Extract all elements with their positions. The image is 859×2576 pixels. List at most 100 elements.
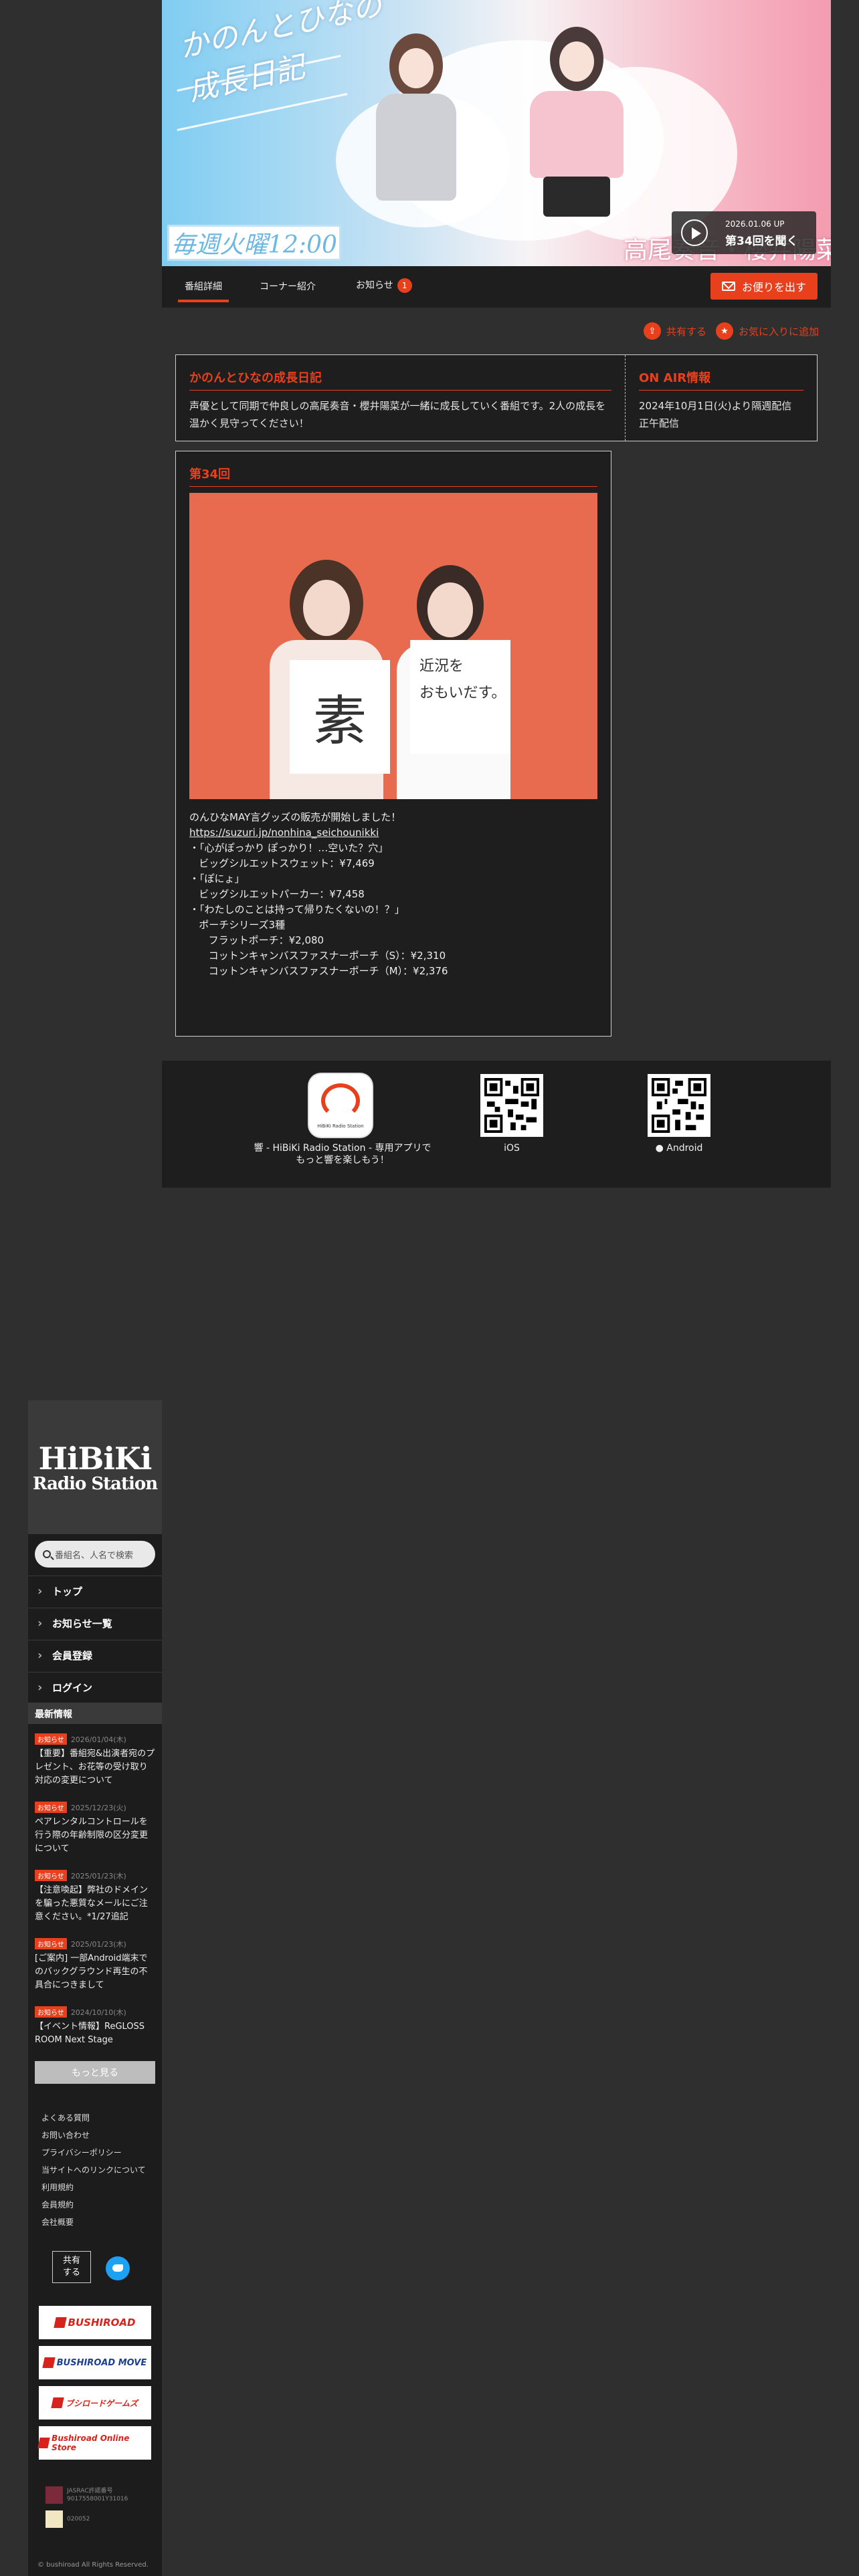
footer-link-contact[interactable]: お問い合わせ xyxy=(41,2129,90,2141)
news-date: 2025/01/23(木) xyxy=(70,1940,126,1949)
search-input[interactable]: 番組名、人名で検索 xyxy=(35,1541,155,1568)
android-label[interactable]: ● Android xyxy=(648,1142,710,1154)
ios-label[interactable]: iOS xyxy=(480,1142,543,1154)
footer-link-faq[interactable]: よくある質問 xyxy=(41,2112,90,2123)
news-text: 【重要】番組宛&出演者宛のプレゼント、お花等の受け取り対応の変更について xyxy=(35,1749,155,1786)
app-download-section: HiBiKi Radio Station 響 - HiBiKi Radio St… xyxy=(162,1061,831,1188)
news-badge: お知らせ xyxy=(35,1802,67,1813)
news-item[interactable]: お知らせ 2024/10/10(木) 【イベント情報】ReGLOSS ROOM N… xyxy=(35,2005,155,2047)
nextone-license: 020052 xyxy=(45,2510,90,2528)
goods-link-text[interactable]: https://suzuri.jp/nonhina_seichounikki xyxy=(189,827,379,839)
jasrac-text: JASRAC許諾番号 9017558001Y31016 xyxy=(67,2488,128,2502)
bushiroad-logo-icon xyxy=(42,2357,56,2368)
site-logo[interactable]: HiBiKi Radio Station xyxy=(28,1400,162,1534)
footer-link-terms[interactable]: 利用規約 xyxy=(41,2181,74,2193)
tab-bar: 番組詳細 コーナー紹介 お知らせ 1 お便りを出す xyxy=(162,266,831,308)
onair-heading: ON AIR情報 xyxy=(639,368,803,391)
favorite-button[interactable]: ★ お気に入りに追加 xyxy=(716,322,819,340)
news-item[interactable]: お知らせ 2025/01/23(木) [ご案内] 一部Android端末でのバック… xyxy=(35,1937,155,1992)
bushiroad-logo-icon xyxy=(53,2317,67,2328)
tab-news[interactable]: お知らせ 1 xyxy=(356,278,412,293)
nav-top[interactable]: トップ xyxy=(28,1576,162,1606)
news-text: [ご案内] 一部Android端末でのバックグラウンド再生の不具合につきまして xyxy=(35,1953,148,1990)
notification-badge: 1 xyxy=(397,278,412,293)
nav-register[interactable]: 会員登録 xyxy=(28,1640,162,1671)
program-info: かのんとひなの成長日記 声優として同期で仲良しの高尾奏音・櫻井陽菜が一緒に成長し… xyxy=(175,354,818,441)
news-date: 2025/01/23(木) xyxy=(70,1872,126,1881)
photo-board-left: 素 xyxy=(290,660,390,774)
play-date: 2026.01.06 UP xyxy=(725,219,785,229)
news-item[interactable]: お知らせ 2025/12/23(火) ペアレンタルコントロールを行う際の年齢制限の… xyxy=(35,1800,155,1856)
search-icon xyxy=(43,1550,51,1558)
footer-link-member-terms[interactable]: 会員規約 xyxy=(41,2199,74,2210)
nav-news-list[interactable]: お知らせ一覧 xyxy=(28,1608,162,1638)
description-line: ポーチシリーズ3種 xyxy=(189,919,286,931)
tab-label: コーナー紹介 xyxy=(260,282,316,292)
bushiroad-logo-icon xyxy=(51,2397,64,2408)
news-badge: お知らせ xyxy=(35,1870,67,1881)
banner-label: BUSHIROAD MOVE xyxy=(56,2357,147,2368)
favorite-label: お気に入りに追加 xyxy=(739,325,820,338)
send-letter-button[interactable]: お便りを出す xyxy=(710,273,818,300)
banner-bushiroad[interactable]: BUSHIROAD xyxy=(39,2306,151,2339)
logo-line2: Radio Station xyxy=(32,1474,158,1494)
store-logo-icon xyxy=(37,2438,50,2448)
share-box-button[interactable]: 共有 する xyxy=(52,2251,91,2283)
banner-label: Bushiroad Online Store xyxy=(52,2434,130,2452)
nav-login[interactable]: ログイン xyxy=(28,1672,162,1703)
logo-line1: HiBiKi xyxy=(38,1440,153,1477)
footer-link-linking[interactable]: 当サイトへのリンクについて xyxy=(41,2164,146,2175)
banner-label: ブシロードゲームズ xyxy=(66,2398,138,2408)
tab-label: お知らせ xyxy=(356,280,393,291)
footer-link-privacy[interactable]: プライバシーポリシー xyxy=(41,2147,122,2158)
news-text: 【注意喚起】弊社のドメインを騙った悪質なメールにご注意ください。*1/27追記 xyxy=(35,1885,149,1922)
banner-online-store[interactable]: Bushiroad Online Store xyxy=(37,2426,151,2460)
tab-details[interactable]: 番組詳細 xyxy=(178,280,229,302)
more-news-button[interactable]: もっと見る xyxy=(35,2061,155,2084)
news-date: 2024/10/10(木) xyxy=(70,2008,126,2017)
play-icon xyxy=(681,219,708,246)
mail-icon xyxy=(721,282,735,291)
episode-photo: 素 近況を おもいだす。 xyxy=(189,493,597,799)
nav-label: 会員登録 xyxy=(52,1650,93,1662)
description-line: ・「心がぽっかり ぽっかり！…空いた？穴」 xyxy=(189,842,389,854)
banner-bushiroad-games[interactable]: ブシロードゲームズ xyxy=(39,2386,151,2420)
footer-link-company[interactable]: 会社概要 xyxy=(41,2216,74,2228)
goods-link[interactable]: https://suzuri.jp/nonhina_seichounikki xyxy=(189,825,597,841)
description-line: ビッグシルエットスウェット：¥7,469 xyxy=(189,857,375,869)
share-label: 共有する xyxy=(666,325,707,338)
hero-banner: かのんとひなの 成長日記 毎週火曜12:00 高尾奏音・櫻井陽菜 2026.01… xyxy=(162,0,831,266)
qr-icon xyxy=(484,1078,539,1133)
app-caption: 響 - HiBiKi Radio Station - 専用アプリで もっと響を楽… xyxy=(254,1143,432,1166)
tab-corners[interactable]: コーナー紹介 xyxy=(260,280,316,293)
nav-label: トップ xyxy=(52,1586,83,1598)
program-title: かのんとひなの成長日記 xyxy=(189,368,611,391)
program-description: 声優として同期で仲良しの高尾奏音・櫻井陽菜が一緒に成長していく番組です。2人の成… xyxy=(189,400,606,429)
description-line: ・「わたしのことは持って帰りたくないの！？」 xyxy=(189,903,405,916)
description-line: コットンキャンバスファスナーポーチ（M）：¥2,376 xyxy=(189,965,448,977)
android-qr-code xyxy=(648,1074,710,1137)
app-icon[interactable]: HiBiKi Radio Station xyxy=(309,1074,372,1137)
play-label: 第34回を聞く xyxy=(725,235,798,248)
share-button[interactable]: ⇪ 共有する xyxy=(644,322,706,340)
twitter-icon[interactable] xyxy=(106,2256,130,2280)
description-line: フラットポーチ：¥2,080 xyxy=(189,934,324,946)
description-line: ・「ぽにょ」 xyxy=(189,873,245,885)
android-icon: ● xyxy=(655,1143,667,1154)
banner-bushiroad-move[interactable]: BUSHIROAD MOVE xyxy=(39,2346,151,2379)
search-placeholder: 番組名、人名で検索 xyxy=(55,1550,134,1561)
news-text: ペアレンタルコントロールを行う際の年齢制限の区分変更について xyxy=(35,1817,149,1854)
news-badge: お知らせ xyxy=(35,1938,67,1949)
jasrac-license: JASRAC許諾番号 9017558001Y31016 xyxy=(45,2486,128,2504)
news-item[interactable]: お知らせ 2026/01/04(木) 【重要】番組宛&出演者宛のプレゼント、お花等… xyxy=(35,1732,155,1788)
nav-label: ログイン xyxy=(52,1682,93,1694)
program-summary: かのんとひなの成長日記 声優として同期で仲良しの高尾奏音・櫻井陽菜が一緒に成長し… xyxy=(176,355,626,441)
play-latest-button[interactable]: 2026.01.06 UP 第34回を聞く xyxy=(672,211,816,254)
hero-schedule: 毎週火曜12:00 xyxy=(167,225,341,261)
photo-board-right: 近況を おもいだす。 xyxy=(410,640,510,754)
share-icon: ⇪ xyxy=(644,322,661,340)
news-item[interactable]: お知らせ 2025/01/23(木) 【注意喚起】弊社のドメインを騙った悪質なメー… xyxy=(35,1868,155,1924)
ios-qr-code xyxy=(480,1074,543,1137)
jasrac-logo-icon xyxy=(45,2486,63,2504)
hero-title: かのんとひなの 成長日記 xyxy=(176,0,385,108)
